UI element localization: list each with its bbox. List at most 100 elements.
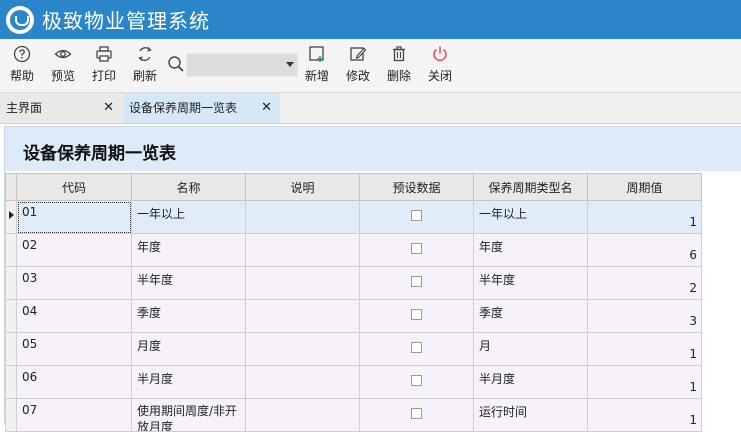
chevron-down-icon[interactable] xyxy=(286,62,294,67)
preset-checkbox[interactable] xyxy=(411,408,422,419)
preview-button[interactable]: 预览 xyxy=(45,45,81,84)
cell-value[interactable]: 3 xyxy=(587,299,702,333)
cell-desc[interactable] xyxy=(245,200,360,234)
app-title: 极致物业管理系统 xyxy=(42,9,210,33)
panel-header: 设备保养周期一览表 xyxy=(5,127,741,171)
cell-value[interactable]: 6 xyxy=(587,233,702,267)
cell-name[interactable]: 半年度 xyxy=(131,266,246,300)
column-header[interactable]: 名称 xyxy=(131,173,246,201)
cell-type[interactable]: 半年度 xyxy=(473,266,588,300)
cell-preset[interactable] xyxy=(359,200,474,234)
table-header-row: 代码 名称 说明 预设数据 保养周期类型名 周期值 xyxy=(5,173,702,201)
search-icon xyxy=(167,55,185,76)
cell-code[interactable]: 02 xyxy=(16,233,132,267)
help-button[interactable]: 帮助 xyxy=(4,45,40,84)
cell-desc[interactable] xyxy=(245,233,360,267)
cell-value[interactable]: 1 xyxy=(587,332,702,366)
cell-name[interactable]: 一年以上 xyxy=(131,200,246,234)
cell-type[interactable]: 年度 xyxy=(473,233,588,267)
cell-desc[interactable] xyxy=(245,266,360,300)
cell-preset[interactable] xyxy=(359,299,474,333)
cell-value[interactable]: 1 xyxy=(587,398,702,432)
close-icon[interactable]: ✕ xyxy=(103,93,114,123)
preset-checkbox[interactable] xyxy=(411,243,422,254)
column-header[interactable]: 周期值 xyxy=(587,173,702,201)
column-header[interactable]: 预设数据 xyxy=(359,173,474,201)
table-row[interactable]: 02 年度 年度 6 xyxy=(5,233,702,267)
column-header[interactable]: 保养周期类型名 xyxy=(473,173,588,201)
cell-code[interactable]: 04 xyxy=(16,299,132,333)
cell-value[interactable]: 2 xyxy=(587,266,702,300)
search-combobox[interactable] xyxy=(186,53,298,77)
row-indicator[interactable] xyxy=(5,398,17,432)
row-indicator[interactable] xyxy=(5,200,17,234)
print-button[interactable]: 打印 xyxy=(86,45,122,84)
close-icon[interactable]: ✕ xyxy=(261,93,272,123)
cell-code[interactable]: 03 xyxy=(16,266,132,300)
cell-desc[interactable] xyxy=(245,365,360,399)
row-indicator[interactable] xyxy=(5,332,17,366)
cell-value[interactable]: 1 xyxy=(587,200,702,234)
table-row[interactable]: 03 半年度 半年度 2 xyxy=(5,266,702,300)
close-button[interactable]: 关闭 xyxy=(422,45,458,84)
cell-name[interactable]: 月度 xyxy=(131,332,246,366)
table-row[interactable]: 05 月度 月 1 xyxy=(5,332,702,366)
cell-type[interactable]: 季度 xyxy=(473,299,588,333)
row-indicator[interactable] xyxy=(5,266,17,300)
table-row[interactable]: 01 一年以上 一年以上 1 xyxy=(5,200,702,234)
row-indicator[interactable] xyxy=(5,233,17,267)
cell-code[interactable]: 07 xyxy=(16,398,132,432)
tab-main[interactable]: 主界面 ✕ xyxy=(0,93,122,123)
preset-checkbox[interactable] xyxy=(411,276,422,287)
title-bar: 极致物业管理系统 xyxy=(0,0,741,39)
cell-name[interactable]: 年度 xyxy=(131,233,246,267)
cell-type[interactable]: 运行时间 xyxy=(473,398,588,432)
cell-code[interactable]: 06 xyxy=(16,365,132,399)
cell-value[interactable]: 1 xyxy=(587,365,702,399)
cell-desc[interactable] xyxy=(245,398,360,432)
cell-code[interactable]: 01 xyxy=(16,200,132,234)
add-icon xyxy=(309,46,324,62)
eye-icon xyxy=(54,49,72,59)
cell-preset[interactable] xyxy=(359,398,474,432)
delete-button[interactable]: 删除 xyxy=(381,45,417,84)
cell-preset[interactable] xyxy=(359,233,474,267)
cell-type[interactable]: 一年以上 xyxy=(473,200,588,234)
toolbar: 帮助 预览 打印 刷新 新增 修改 删除 关闭 xyxy=(0,39,741,93)
row-indicator[interactable] xyxy=(5,365,17,399)
preset-checkbox[interactable] xyxy=(411,342,422,353)
column-header[interactable]: 代码 xyxy=(16,173,132,201)
cell-preset[interactable] xyxy=(359,332,474,366)
cell-type[interactable]: 月 xyxy=(473,332,588,366)
row-header-corner xyxy=(5,173,17,201)
table-row[interactable]: 04 季度 季度 3 xyxy=(5,299,702,333)
cell-code[interactable]: 05 xyxy=(16,332,132,366)
panel-title: 设备保养周期一览表 xyxy=(23,144,176,164)
preset-checkbox[interactable] xyxy=(411,309,422,320)
table-row[interactable]: 06 半月度 半月度 1 xyxy=(5,365,702,399)
cell-desc[interactable] xyxy=(245,299,360,333)
preset-checkbox[interactable] xyxy=(411,375,422,386)
row-pointer-icon xyxy=(9,211,14,219)
cell-name[interactable]: 季度 xyxy=(131,299,246,333)
cell-desc[interactable] xyxy=(245,332,360,366)
app-logo-icon xyxy=(6,5,34,34)
cell-preset[interactable] xyxy=(359,365,474,399)
cell-name[interactable]: 半月度 xyxy=(131,365,246,399)
column-header[interactable]: 说明 xyxy=(245,173,360,201)
trash-icon xyxy=(393,46,405,62)
edit-button[interactable]: 修改 xyxy=(340,45,376,84)
power-icon xyxy=(433,46,447,62)
table-row[interactable]: 07 使用期间周度/非开放月度 运行时间 1 xyxy=(5,398,702,432)
printer-icon xyxy=(96,46,112,62)
row-indicator[interactable] xyxy=(5,299,17,333)
add-button[interactable]: 新增 xyxy=(299,45,335,84)
tab-bar: 主界面 ✕ 设备保养周期一览表 ✕ xyxy=(0,93,741,124)
cell-preset[interactable] xyxy=(359,266,474,300)
tab-maintenance-cycle-list[interactable]: 设备保养周期一览表 ✕ xyxy=(123,93,280,123)
refresh-button[interactable]: 刷新 xyxy=(127,45,163,84)
cell-type[interactable]: 半月度 xyxy=(473,365,588,399)
cell-name[interactable]: 使用期间周度/非开放月度 xyxy=(131,398,246,432)
edit-icon xyxy=(350,47,367,61)
preset-checkbox[interactable] xyxy=(411,210,422,221)
